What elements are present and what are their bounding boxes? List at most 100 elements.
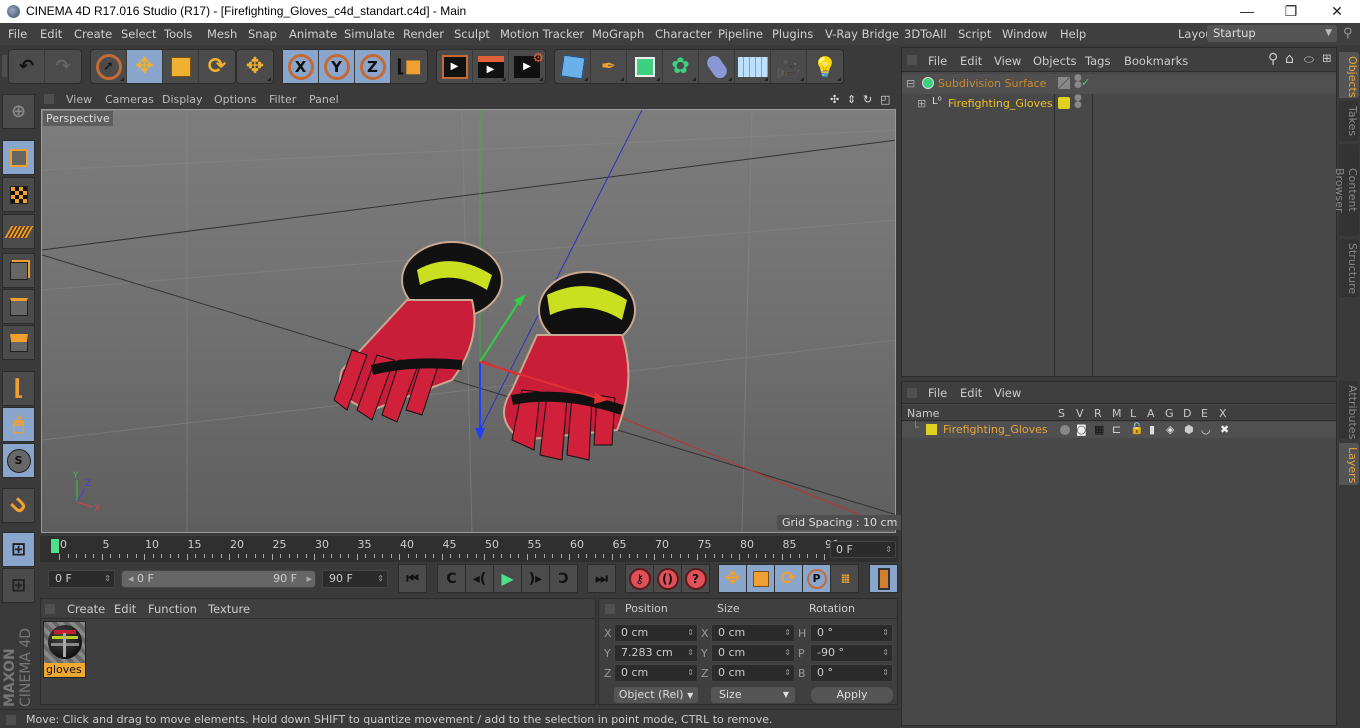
viewport-menu-panel[interactable]: Panel [309,93,339,106]
spinner-icon[interactable]: ⇕ [784,645,791,661]
menu-3dtoall[interactable]: 3DToAll [904,27,947,41]
manager-toggle-icon[interactable]: ⊏ [1112,423,1121,436]
polygons-mode-button[interactable] [2,325,35,360]
expressions-toggle-icon[interactable]: ◡ [1201,423,1211,436]
live-selection-button[interactable]: ➚ [91,50,127,83]
max-frame-field[interactable]: 90 F ⇕ [322,570,388,588]
menu-plugins[interactable]: Plugins [772,27,813,41]
layer-name[interactable]: Firefighting_Gloves [943,423,1048,436]
deformer-button[interactable] [699,50,735,83]
menu-window[interactable]: Window [1002,27,1047,41]
minimize-button[interactable]: — [1224,0,1270,23]
gizmo-y-arrow[interactable] [514,294,526,306]
edges-mode-button[interactable] [2,289,35,324]
position-x-field[interactable]: 0 cm ⇕ [614,624,698,642]
y-axis-button[interactable]: Y [319,50,355,83]
spinner-icon[interactable]: ⇕ [784,625,791,641]
cube-button[interactable] [555,50,591,83]
menu-motion-tracker[interactable]: Motion Tracker [500,27,584,41]
menu-tools[interactable]: Tools [164,27,192,41]
menu-character[interactable]: Character [655,27,712,41]
cloner-button[interactable]: ✿ [663,50,699,83]
coordinate-mode-select[interactable]: Object (Rel) ▼ [614,687,698,703]
spinner-icon[interactable]: ⇕ [882,645,889,661]
material-gloves[interactable]: gloves [43,621,86,678]
material-menu-function[interactable]: Function [148,602,197,616]
rotation-p-field[interactable]: -90 ° ⇕ [810,644,893,662]
workplane-lock-button[interactable]: ⊞ [2,532,35,567]
size-mode-select[interactable]: Size ▼ [711,687,795,703]
column-visible[interactable]: V [1076,407,1084,420]
column-name[interactable]: Name [907,407,939,420]
layers-menu-file[interactable]: File [928,386,947,400]
object-name[interactable]: Subdivision Surface [938,77,1046,90]
objects-menu-tags[interactable]: Tags [1085,54,1110,68]
move-button[interactable]: ✥ [127,50,163,83]
menu-simulate[interactable]: Simulate [344,27,395,41]
range-left-arrow-icon[interactable]: ◂ [128,572,134,585]
objects-menu-view[interactable]: View [994,54,1021,68]
play-button[interactable]: ▶ [493,564,522,593]
toolbar-grip[interactable] [2,55,7,77]
model-mode-button[interactable] [2,140,35,175]
xrefs-toggle-icon[interactable]: ✖ [1220,423,1229,436]
next-key-button[interactable]: Ↄ [549,564,578,593]
viewport-menu-view[interactable]: View [66,93,92,106]
solo-mode-button[interactable]: S [2,443,35,478]
objects-menu-edit[interactable]: Edit [960,54,982,68]
layer-none-icon[interactable] [1058,77,1070,89]
z-axis-button[interactable]: Z [355,50,391,83]
tab-structure[interactable]: Structure [1339,239,1359,297]
column-generators[interactable]: G [1165,407,1174,420]
visible-toggle-icon[interactable]: ◙ [1076,423,1087,436]
pen-button[interactable]: ✒ [591,50,627,83]
make-editable-button[interactable]: ⊕ [2,94,35,129]
move-gizmo-y[interactable] [479,299,521,363]
menu-vray-bridge[interactable]: V-Ray Bridge [825,27,899,41]
material-grip[interactable] [45,604,55,614]
visibility-dots-icon[interactable]: ● ● [1074,94,1082,110]
render-settings-button[interactable]: ▶ ⚙ [509,50,545,83]
recent-tools-button[interactable]: ✥ [237,50,273,83]
viewport-menu-options[interactable]: Options [214,93,256,106]
key-scale-button[interactable] [746,564,775,593]
snap-button[interactable]: ∪ [2,488,35,523]
3d-viewport[interactable]: Y Z X [41,109,896,533]
subdivision-surface-button[interactable] [627,50,663,83]
column-locked[interactable]: L [1130,407,1136,420]
search-icon[interactable]: ⚲ [1343,26,1353,41]
key-parameter-button[interactable]: P [802,564,831,593]
maximize-button[interactable]: ❐ [1268,0,1314,23]
layer-color-icon[interactable] [1058,97,1070,109]
axis-mode-button[interactable]: ⌊ [2,371,35,406]
spinner-icon[interactable]: ⇕ [687,625,694,641]
object-manager-grip[interactable] [907,55,917,65]
tweak-mode-button[interactable]: 🖱 [2,407,35,442]
menu-create[interactable]: Create [74,27,112,41]
viewport-rotate-icon[interactable]: ↻ [863,93,872,106]
layer-manager-grip[interactable] [907,388,917,398]
objects-menu-objects[interactable]: Objects [1033,54,1076,68]
render-picture-viewer-button[interactable]: ▶ [473,50,509,83]
layers-menu-edit[interactable]: Edit [960,386,982,400]
texture-mode-button[interactable] [2,177,35,212]
rotation-h-field[interactable]: 0 ° ⇕ [810,624,893,642]
layer-row[interactable]: └ Firefighting_Gloves ◙ ▦ ⊏ 🔓 ▮ ◈ ⬢ ◡ ✖ [902,421,1336,438]
coordinates-grip[interactable] [605,604,615,614]
menu-animate[interactable]: Animate [289,27,337,41]
record-keys-button[interactable]: ⚷ [625,564,654,593]
toggle-icon[interactable]: ⬭ [1304,52,1314,67]
menu-render[interactable]: Render [403,27,444,41]
spinner-icon[interactable]: ⇕ [882,625,889,641]
menu-mograph[interactable]: MoGraph [592,27,644,41]
render-view-button[interactable]: ▶ [437,50,473,83]
spinner-icon[interactable]: ⇕ [104,571,111,587]
column-expressions[interactable]: E [1201,407,1208,420]
workplane-align-button[interactable]: ⊞ [2,568,35,603]
rotate-button[interactable]: ⟳ [199,50,235,83]
close-button[interactable]: ✕ [1314,0,1360,23]
size-x-field[interactable]: 0 cm ⇕ [711,624,795,642]
object-name[interactable]: Firefighting_Gloves [948,97,1053,110]
menu-pipeline[interactable]: Pipeline [718,27,763,41]
autokeying-button[interactable]: () [653,564,682,593]
